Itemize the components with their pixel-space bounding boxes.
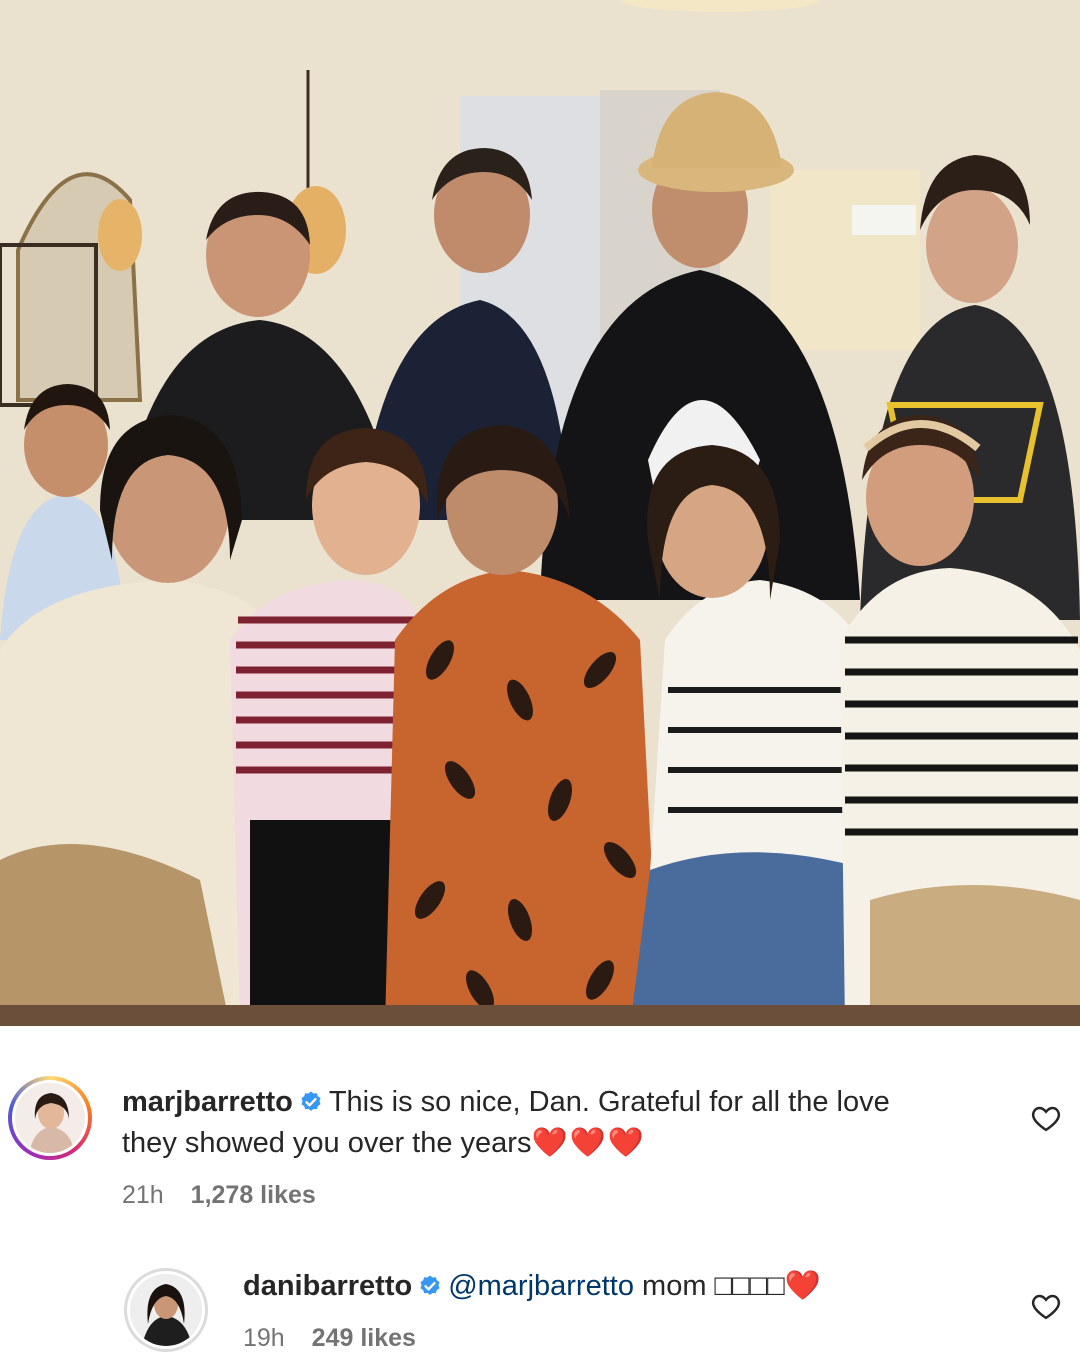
comment-row: marjbarretto This is so nice, Dan. Gratef… (0, 1060, 1080, 1230)
comment-text-line2: they showed you over the years (122, 1127, 532, 1159)
comment-body: danibarretto @marjbarretto mom □□□□❤️ 19h… (243, 1266, 1003, 1353)
comment-body: marjbarretto This is so nice, Dan. Gratef… (122, 1082, 992, 1210)
heart-outline-icon[interactable] (1031, 1104, 1061, 1132)
avatar-image (15, 1083, 85, 1153)
comment-meta: 19h 249 likes (243, 1323, 1003, 1353)
comment-text-line1: This is so nice, Dan. Grateful for all t… (328, 1086, 890, 1118)
comment-meta: 21h 1,278 likes (122, 1180, 992, 1210)
comment-username[interactable]: marjbarretto (122, 1086, 293, 1118)
reply-row: danibarretto @marjbarretto mom □□□□❤️ 19h… (0, 1250, 1080, 1353)
heart-outline-icon[interactable] (1031, 1292, 1061, 1320)
comment-time: 21h (122, 1181, 164, 1209)
comment-text: marjbarretto This is so nice, Dan. Gratef… (122, 1082, 992, 1123)
mention-link[interactable]: @marjbarretto (448, 1270, 634, 1302)
avatar[interactable] (8, 1076, 92, 1160)
heart-emoji: ❤️ (784, 1270, 823, 1302)
reply-text: mom □□□□ (642, 1270, 785, 1302)
family-photo-illustration (0, 0, 1080, 1026)
verified-badge-icon (301, 1091, 321, 1111)
comment-likes[interactable]: 249 likes (312, 1324, 416, 1352)
heart-emoji: ❤️❤️❤️ (531, 1127, 646, 1159)
comment-likes[interactable]: 1,278 likes (191, 1181, 316, 1209)
avatar[interactable] (124, 1268, 208, 1352)
comment-username[interactable]: danibarretto (243, 1270, 412, 1302)
comment-time: 19h (243, 1324, 285, 1352)
avatar-image (130, 1274, 202, 1346)
comment-text: danibarretto @marjbarretto mom □□□□❤️ (243, 1266, 1003, 1307)
post-photo[interactable] (0, 0, 1080, 1026)
verified-badge-icon (420, 1275, 440, 1295)
